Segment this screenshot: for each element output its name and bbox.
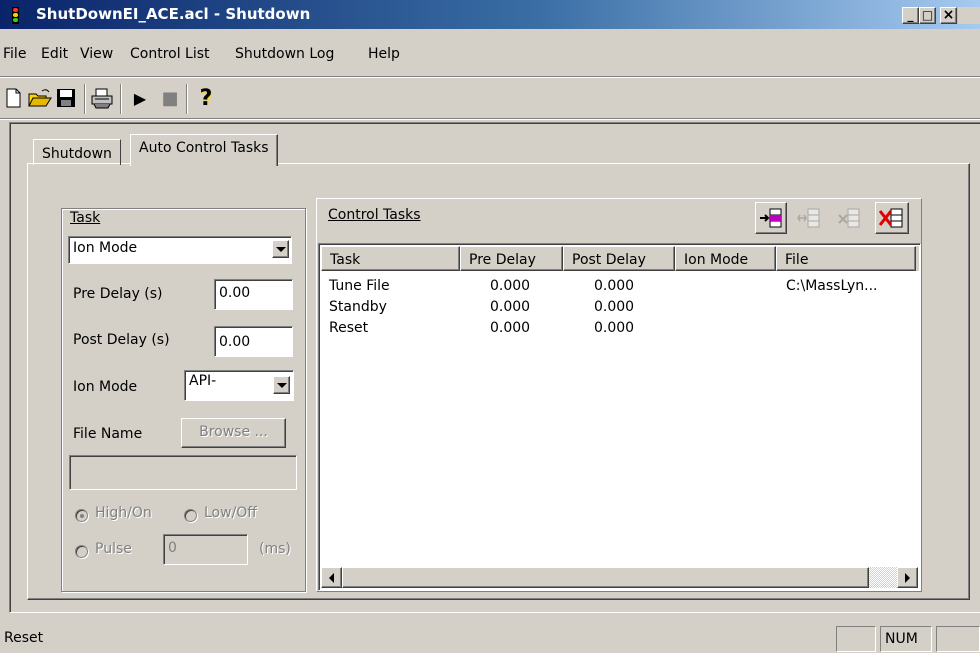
insert-task-icon[interactable] xyxy=(793,202,825,234)
window-title: ShutDownEI_ACE.acl - Shutdown xyxy=(36,5,311,23)
scroll-left-icon[interactable] xyxy=(321,567,342,588)
file-name-label: File Name xyxy=(73,426,143,442)
table-row[interactable]: Reset 0.000 0.000 xyxy=(321,320,916,340)
pulse-unit-label: (ms) xyxy=(259,541,291,557)
stop-icon[interactable]: ■ xyxy=(158,86,182,110)
play-icon[interactable]: ▶ xyxy=(128,86,152,110)
horizontal-scrollbar[interactable] xyxy=(321,567,918,588)
tab-auto-control-tasks-label: Auto Control Tasks xyxy=(139,140,269,156)
column-header-pre-delay[interactable]: Pre Delay xyxy=(460,246,563,271)
menu-control-list[interactable]: Control List xyxy=(130,46,210,62)
file-cell: C:\MassLyn... xyxy=(786,278,878,294)
ion-mode-label: Ion Mode xyxy=(73,379,138,395)
menu-shutdown-log[interactable]: Shutdown Log xyxy=(235,46,334,62)
close-button[interactable]: × xyxy=(940,7,957,24)
file-path-field[interactable] xyxy=(69,455,297,490)
status-pane-num: NUM xyxy=(880,626,932,652)
pre-delay-cell: 0.000 xyxy=(490,320,531,336)
post-delay-cell: 0.000 xyxy=(594,299,635,315)
post-delay-label: Post Delay (s) xyxy=(73,332,170,348)
title-bar[interactable]: ShutDownEI_ACE.acl - Shutdown _ □ × xyxy=(0,0,980,29)
column-header-ion-mode[interactable]: Ion Mode xyxy=(675,246,776,271)
chevron-down-icon[interactable] xyxy=(272,240,289,258)
high-on-label: High/On xyxy=(95,505,152,521)
task-group-title: Task xyxy=(68,210,103,226)
ion-mode-value: API- xyxy=(189,373,217,389)
scrollbar-thumb[interactable] xyxy=(342,567,869,588)
post-delay-cell: 0.000 xyxy=(594,278,635,294)
status-pane-caps xyxy=(836,626,876,652)
help-icon[interactable]: ? xyxy=(194,86,218,111)
pre-delay-label: Pre Delay (s) xyxy=(73,286,163,302)
menu-bar: File Edit View Control List Shutdown Log… xyxy=(0,40,980,68)
status-pane-scroll xyxy=(936,626,980,652)
minimize-icon: _ xyxy=(907,8,914,22)
ion-mode-select[interactable]: API- xyxy=(184,370,294,401)
scroll-right-icon[interactable] xyxy=(897,567,918,588)
status-bar: Reset NUM xyxy=(0,624,980,653)
menu-view[interactable]: View xyxy=(80,46,113,62)
print-icon[interactable] xyxy=(90,86,114,110)
table-row[interactable]: Tune File 0.000 0.000 C:\MassLyn... xyxy=(321,278,916,298)
column-header-file[interactable]: File xyxy=(776,246,916,271)
browse-button[interactable]: Browse ... xyxy=(181,418,286,448)
table-row[interactable]: Standby 0.000 0.000 xyxy=(321,299,916,319)
task-select-value: Ion Mode xyxy=(73,240,138,256)
control-tasks-title: Control Tasks xyxy=(328,207,421,223)
menu-help[interactable]: Help xyxy=(368,46,400,62)
new-document-icon[interactable] xyxy=(2,86,26,110)
column-header-task[interactable]: Task xyxy=(321,246,460,271)
pulse-field[interactable]: 0 xyxy=(163,534,248,565)
add-task-icon[interactable] xyxy=(755,202,787,234)
menu-edit[interactable]: Edit xyxy=(41,46,68,62)
pre-delay-field[interactable]: 0.00 xyxy=(214,279,293,310)
task-cell: Tune File xyxy=(329,278,390,294)
maximize-icon: □ xyxy=(921,8,934,22)
column-header-post-delay[interactable]: Post Delay xyxy=(563,246,675,271)
post-delay-cell: 0.000 xyxy=(594,320,635,336)
delete-task-icon[interactable] xyxy=(875,202,909,234)
maximize-button[interactable]: □ xyxy=(919,7,936,24)
pre-delay-cell: 0.000 xyxy=(490,299,531,315)
task-select[interactable]: Ion Mode xyxy=(68,236,292,264)
pre-delay-cell: 0.000 xyxy=(490,278,531,294)
status-message: Reset xyxy=(4,630,44,646)
pulse-label: Pulse xyxy=(95,541,132,557)
save-disk-icon[interactable] xyxy=(54,86,78,110)
pulse-radio[interactable] xyxy=(75,545,88,558)
chevron-down-icon[interactable] xyxy=(273,376,290,394)
task-cell: Standby xyxy=(329,299,387,315)
close-icon: × xyxy=(942,7,955,23)
tab-auto-control-tasks[interactable]: Auto Control Tasks xyxy=(130,134,278,166)
low-off-label: Low/Off xyxy=(204,505,257,521)
post-delay-field[interactable]: 0.00 xyxy=(214,326,293,357)
high-on-radio[interactable] xyxy=(75,509,88,522)
tab-shutdown-label: Shutdown xyxy=(42,146,112,162)
remove-task-icon[interactable] xyxy=(833,202,865,234)
low-off-radio[interactable] xyxy=(184,509,197,522)
tab-shutdown[interactable]: Shutdown xyxy=(33,139,121,165)
open-folder-icon[interactable] xyxy=(28,86,52,110)
app-traffic-light-icon xyxy=(12,7,19,24)
minimize-button[interactable]: _ xyxy=(902,7,919,24)
task-cell: Reset xyxy=(329,320,369,336)
menu-file[interactable]: File xyxy=(3,46,26,62)
